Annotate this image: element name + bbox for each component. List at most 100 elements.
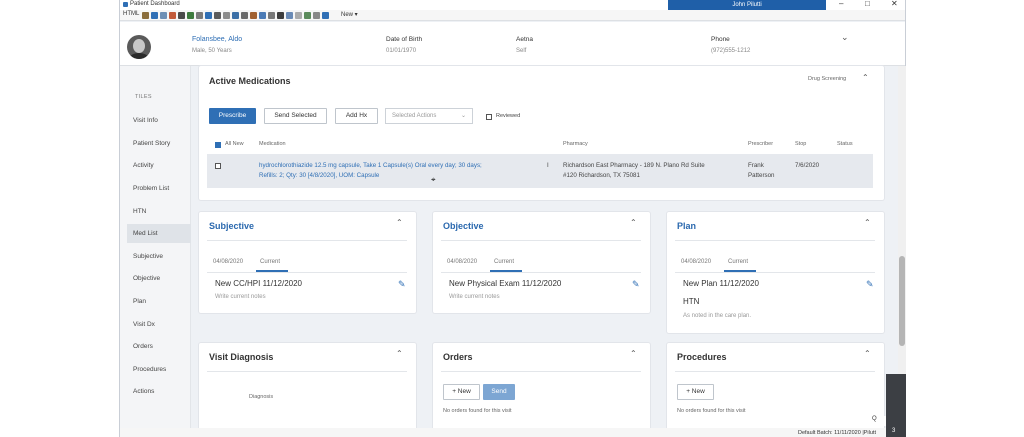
sidebar-item-htn[interactable]: HTN — [127, 202, 191, 221]
medication-line-1[interactable]: hydrochlorothiazide 12.5 mg capsule, Tak… — [259, 161, 482, 171]
toolbar-icon-13[interactable] — [250, 12, 257, 19]
chevron-up-icon[interactable]: ⌃ — [630, 349, 637, 358]
sidebar-item-med-list[interactable]: Med List — [127, 224, 191, 243]
edit-pencil-icon[interactable]: ✎ — [398, 279, 406, 290]
selected-actions-dropdown[interactable]: Selected Actions ⌄ — [385, 108, 473, 124]
toolbar-icon-20[interactable] — [313, 12, 320, 19]
divider — [675, 272, 875, 273]
note-title[interactable]: New CC/HPI 11/12/2020 — [215, 279, 302, 288]
reviewed-checkbox[interactable] — [486, 114, 492, 120]
toolbar-icon-1[interactable] — [142, 12, 149, 19]
edit-pencil-icon[interactable]: ✎ — [866, 279, 874, 290]
new-order-button[interactable]: + New — [443, 384, 480, 400]
chevron-up-icon[interactable]: ⌃ — [864, 218, 871, 227]
col-stop: Stop — [795, 141, 807, 147]
active-medications-card: Active Medications Drug Screening ⌃ Pres… — [199, 66, 884, 200]
toolbar-icon-21[interactable] — [322, 12, 329, 19]
visit-diagnosis-card: Visit Diagnosis ⌃ Diagnosis — [199, 343, 416, 437]
side-panel-edge: 3 — [886, 374, 906, 437]
add-hx-button[interactable]: Add Hx — [335, 108, 378, 124]
chevron-up-icon[interactable]: ⌃ — [862, 73, 869, 82]
send-selected-button[interactable]: Send Selected — [264, 108, 327, 124]
sidebar-item-procedures[interactable]: Procedures — [127, 360, 191, 379]
tab-date[interactable]: 04/08/2020 — [681, 259, 711, 265]
tab-date[interactable]: 04/08/2020 — [213, 259, 243, 265]
q-box[interactable]: Q — [872, 416, 886, 426]
toolbar-icon-19[interactable] — [304, 12, 311, 19]
close-button[interactable]: ✕ — [891, 0, 898, 8]
toolbar-icon-7[interactable] — [196, 12, 203, 19]
sidebar-item-objective[interactable]: Objective — [127, 269, 191, 288]
prescriber-line-2: Patterson — [748, 172, 775, 179]
sidebar-item-activity[interactable]: Activity — [127, 156, 191, 175]
toolbar-icon-15[interactable] — [268, 12, 275, 19]
prescribe-button[interactable]: Prescribe — [209, 108, 256, 124]
patient-name[interactable]: Folansbee, Aldo — [192, 36, 242, 43]
chevron-up-icon[interactable]: ⌃ — [396, 349, 403, 358]
sidebar-item-visit-dx[interactable]: Visit Dx — [127, 315, 191, 334]
toolbar-icon-11[interactable] — [232, 12, 239, 19]
tab-current[interactable]: Current — [728, 259, 748, 265]
toolbar-icon-5[interactable] — [178, 12, 185, 19]
tab-current[interactable]: Current — [260, 259, 280, 265]
app-window: Patient Dashboard John Pilutti – □ ✕ HTM… — [119, 0, 906, 437]
row-checkbox[interactable] — [215, 163, 221, 169]
selected-actions-label: Selected Actions — [392, 113, 437, 119]
medication-line-2[interactable]: Refills: 2; Qty: 30 [4/8/2020], UOM: Cap… — [259, 171, 379, 181]
user-name-bar[interactable]: John Pilutti — [668, 0, 826, 10]
toolbar-icon-16[interactable] — [277, 12, 284, 19]
prescriber-line-1: Frank — [748, 162, 764, 169]
note-title[interactable]: New Physical Exam 11/12/2020 — [449, 279, 561, 288]
sidebar-item-orders[interactable]: Orders — [127, 337, 191, 356]
new-procedure-button[interactable]: + New — [677, 384, 714, 400]
divider — [207, 371, 407, 372]
chevron-up-icon[interactable]: ⌃ — [630, 218, 637, 227]
note-problem: HTN — [683, 297, 700, 306]
sidebar-item-plan[interactable]: Plan — [127, 292, 191, 311]
drug-screening-link[interactable]: Drug Screening — [808, 76, 846, 82]
scrollbar-thumb[interactable] — [899, 256, 905, 346]
subjective-title: Subjective — [209, 221, 255, 231]
html-label[interactable]: HTML — [123, 11, 139, 17]
note-title[interactable]: New Plan 11/12/2020 — [683, 279, 759, 288]
toolbar-icon-17[interactable] — [286, 12, 293, 19]
toolbar-icon-2[interactable] — [151, 12, 158, 19]
qty-flag: I — [547, 162, 549, 169]
toolbar-icon-3[interactable] — [160, 12, 167, 19]
toolbar-icon-6[interactable] — [187, 12, 194, 19]
maximize-button[interactable]: □ — [865, 0, 870, 8]
select-all-checkbox[interactable] — [215, 142, 221, 148]
toolbar-icon-14[interactable] — [259, 12, 266, 19]
sidebar-item-visit-info[interactable]: Visit Info — [127, 111, 191, 130]
toolbar-icon-18[interactable] — [295, 12, 302, 19]
toolbar-icon-10[interactable] — [223, 12, 230, 19]
chevron-down-icon[interactable]: ⌄ — [841, 32, 849, 43]
phone-value: (972)555-1212 — [711, 48, 751, 54]
sidebar-item-problem-list[interactable]: Problem List — [127, 179, 191, 198]
pharmacy-line-1: Richardson East Pharmacy - 189 N. Plano … — [563, 162, 705, 169]
chevron-up-icon[interactable]: ⌃ — [396, 218, 403, 227]
toolbar-icon-4[interactable] — [169, 12, 176, 19]
new-menu[interactable]: New ▾ — [341, 11, 358, 18]
sidebar-item-patient-story[interactable]: Patient Story — [127, 134, 191, 153]
sidebar-item-subjective[interactable]: Subjective — [127, 247, 191, 266]
plan-title: Plan — [677, 221, 697, 231]
divider — [207, 240, 407, 241]
sidebar-item-actions[interactable]: Actions — [127, 382, 191, 401]
divider — [207, 272, 407, 273]
edit-pencil-icon[interactable]: ✎ — [632, 279, 640, 290]
status-right-count: 3 — [892, 428, 896, 434]
note-subtitle: As noted in the care plan. — [683, 313, 752, 319]
window-title: Patient Dashboard — [130, 1, 180, 7]
toolbar-icon-9[interactable] — [214, 12, 221, 19]
tab-date[interactable]: 04/08/2020 — [447, 259, 477, 265]
app-icon — [123, 2, 128, 7]
toolbar-icon-12[interactable] — [241, 12, 248, 19]
batch-status: Default Batch: 11/11/2020 |Pilutt — [798, 430, 876, 436]
send-button[interactable]: Send — [483, 384, 515, 400]
toolbar-icon-8[interactable] — [205, 12, 212, 19]
chevron-up-icon[interactable]: ⌃ — [864, 349, 871, 358]
plan-card: Plan ⌃ 04/08/2020 Current New Plan 11/12… — [667, 212, 884, 333]
tab-current[interactable]: Current — [494, 259, 514, 265]
minimize-button[interactable]: – — [839, 0, 843, 8]
